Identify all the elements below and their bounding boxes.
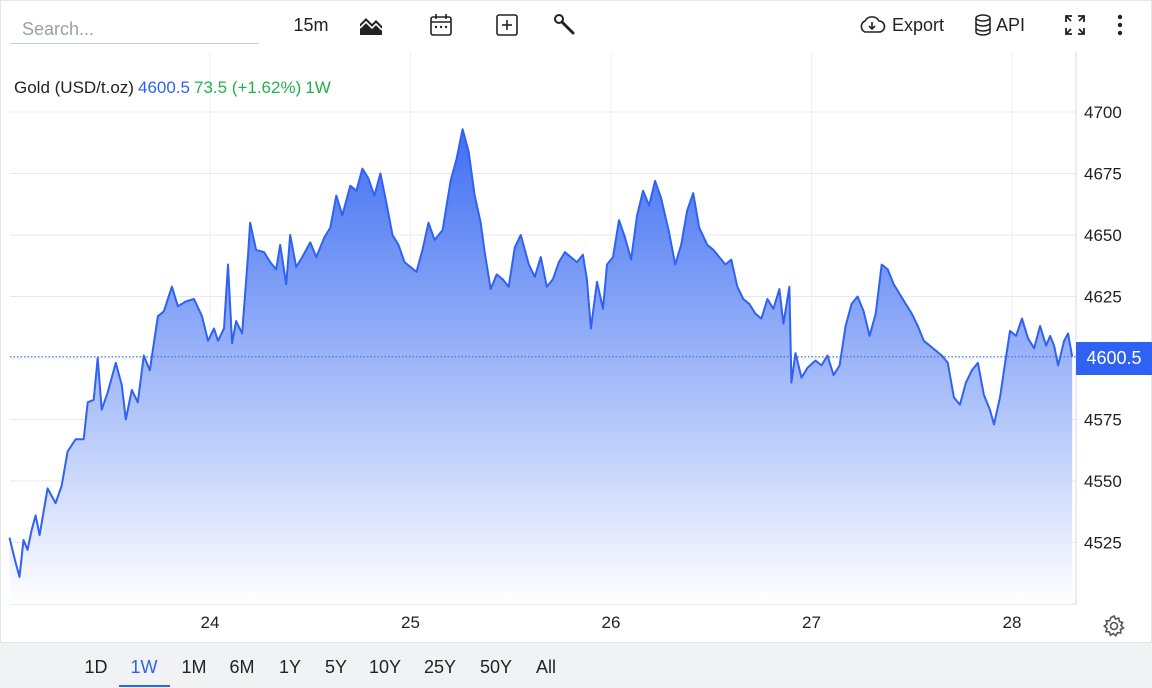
legend-symbol: Gold (USD/t.oz): [14, 78, 134, 97]
x-tick-label: 26: [602, 613, 621, 632]
series-area: [9, 129, 1073, 604]
legend-price: 4600.5: [137, 78, 190, 97]
y-tick-label: 4550: [1084, 472, 1122, 491]
y-tick-label: 4675: [1084, 165, 1122, 184]
chart-legend: Gold (USD/t.oz) 4600.5 73.5 (+1.62%) 1W: [14, 78, 331, 98]
period-6m[interactable]: 6M: [222, 657, 262, 678]
last-price-tag: 4600.5: [1076, 342, 1152, 375]
y-tick-label: 4700: [1084, 103, 1122, 122]
period-25y[interactable]: 25Y: [418, 657, 462, 678]
x-tick-label: 24: [201, 613, 220, 632]
period-all[interactable]: All: [528, 657, 564, 678]
y-tick-label: 4575: [1084, 411, 1122, 430]
gear-icon[interactable]: [1102, 614, 1126, 638]
period-1d[interactable]: 1D: [78, 657, 114, 678]
y-tick-label: 4525: [1084, 534, 1122, 553]
y-tick-label: 4625: [1084, 288, 1122, 307]
x-tick-label: 27: [802, 613, 821, 632]
legend-change: 73.5 (+1.62%): [193, 78, 302, 97]
period-5y[interactable]: 5Y: [318, 657, 354, 678]
period-10y[interactable]: 10Y: [363, 657, 407, 678]
period-1y[interactable]: 1Y: [272, 657, 308, 678]
period-1w[interactable]: 1W: [124, 657, 164, 678]
period-50y[interactable]: 50Y: [474, 657, 518, 678]
y-tick-label: 4650: [1084, 226, 1122, 245]
x-tick-label: 25: [401, 613, 420, 632]
legend-range: 1W: [305, 78, 331, 97]
x-tick-label: 28: [1003, 613, 1022, 632]
period-bar: 1D 1W 1M 6M 1Y 5Y 10Y 25Y 50Y All: [0, 642, 1152, 688]
period-1m[interactable]: 1M: [174, 657, 214, 678]
